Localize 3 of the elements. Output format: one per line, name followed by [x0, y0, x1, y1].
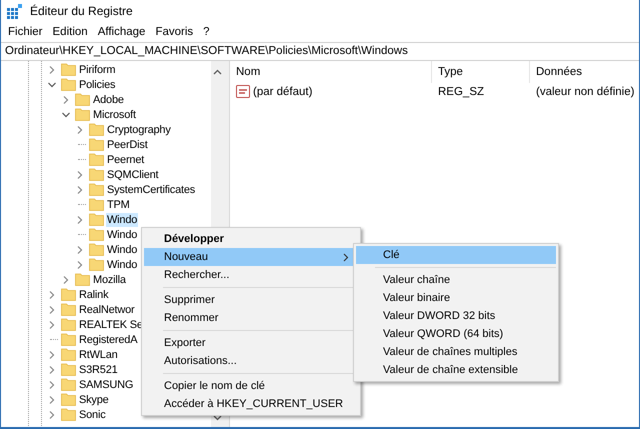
table-cell-text: REG_SZ: [437, 86, 486, 98]
table-cell-text: (valeur non définie): [535, 86, 636, 98]
window-title: Éditeur du Registre: [30, 4, 133, 18]
